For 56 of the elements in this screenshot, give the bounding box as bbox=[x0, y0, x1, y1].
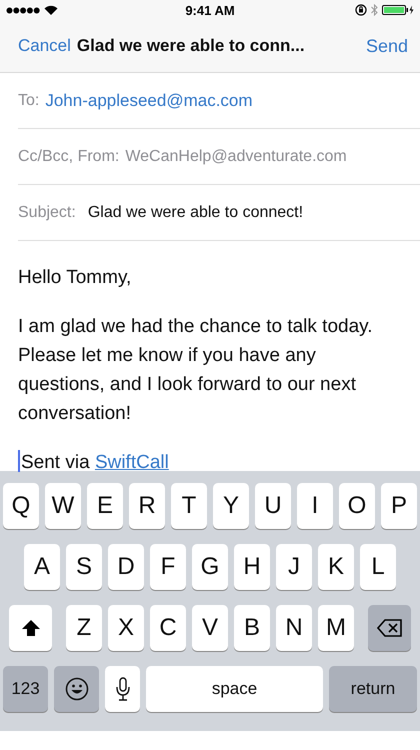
field-label: Subject: bbox=[18, 204, 76, 222]
emoji-key[interactable] bbox=[54, 666, 99, 712]
letter-key[interactable]: B bbox=[234, 605, 270, 651]
letter-key[interactable]: V bbox=[192, 605, 228, 651]
letter-key[interactable]: Q bbox=[3, 483, 39, 529]
space-bar[interactable]: space bbox=[146, 666, 323, 712]
dictation-key[interactable] bbox=[105, 666, 140, 712]
letter-key[interactable]: X bbox=[108, 605, 144, 651]
bluetooth-icon bbox=[371, 4, 378, 16]
letter-key[interactable]: D bbox=[108, 544, 144, 590]
letter-key[interactable]: P bbox=[381, 483, 417, 529]
microphone-icon bbox=[116, 677, 130, 701]
shift-icon bbox=[20, 619, 40, 637]
letter-key[interactable]: Z bbox=[66, 605, 102, 651]
letter-key[interactable]: C bbox=[150, 605, 186, 651]
letter-key[interactable]: F bbox=[150, 544, 186, 590]
subject-text[interactable]: Glad we were able to connect! bbox=[88, 204, 304, 222]
signal-icon bbox=[6, 6, 40, 14]
letter-key[interactable]: E bbox=[87, 483, 123, 529]
wifi-icon bbox=[44, 5, 58, 15]
field-label: To: bbox=[18, 92, 40, 110]
letter-key[interactable]: T bbox=[171, 483, 207, 529]
signature-text: Sent via SwiftCall bbox=[18, 448, 402, 477]
battery-icon bbox=[382, 5, 414, 15]
recipient-address[interactable]: John-appleseed@mac.com bbox=[45, 90, 253, 110]
letter-key[interactable]: I bbox=[297, 483, 333, 529]
letter-key[interactable]: S bbox=[66, 544, 102, 590]
nav-title: Glad we were able to conn... bbox=[76, 36, 305, 56]
letter-key[interactable]: Y bbox=[213, 483, 249, 529]
signature-link[interactable]: SwiftCall bbox=[94, 452, 169, 473]
letter-key[interactable]: N bbox=[276, 605, 312, 651]
letter-key[interactable]: M bbox=[318, 605, 354, 651]
cancel-button[interactable]: Cancel bbox=[18, 36, 71, 56]
letter-key[interactable]: W bbox=[45, 483, 81, 529]
message-paragraph: I am glad we had the chance to talk today. Please let me know if you have any questions, and I look forward to our next conversation! bbox=[18, 315, 374, 426]
send-button[interactable]: Send bbox=[366, 36, 408, 56]
smiley-icon bbox=[64, 677, 88, 701]
shift-key[interactable] bbox=[9, 605, 52, 651]
letter-key[interactable]: U bbox=[255, 483, 291, 529]
letter-key[interactable]: J bbox=[276, 544, 312, 590]
letter-key[interactable]: A bbox=[24, 544, 60, 590]
field-label: Cc/Bcc, From: bbox=[18, 148, 120, 166]
letter-key[interactable]: R bbox=[129, 483, 165, 529]
greeting-text: Hello Tommy, bbox=[18, 266, 132, 290]
letter-key[interactable]: G bbox=[192, 544, 228, 590]
letter-key[interactable]: O bbox=[339, 483, 375, 529]
numbers-key[interactable]: 123 bbox=[3, 666, 48, 712]
letter-key[interactable]: K bbox=[318, 544, 354, 590]
delete-key[interactable] bbox=[368, 605, 411, 651]
rotation-lock-icon bbox=[355, 4, 367, 16]
delete-icon bbox=[376, 619, 402, 637]
return-key[interactable]: return bbox=[329, 666, 417, 712]
text-cursor bbox=[18, 450, 20, 472]
status-time: 9:41 AM bbox=[185, 2, 235, 18]
letter-key[interactable]: L bbox=[360, 544, 396, 590]
letter-key[interactable]: H bbox=[234, 544, 270, 590]
